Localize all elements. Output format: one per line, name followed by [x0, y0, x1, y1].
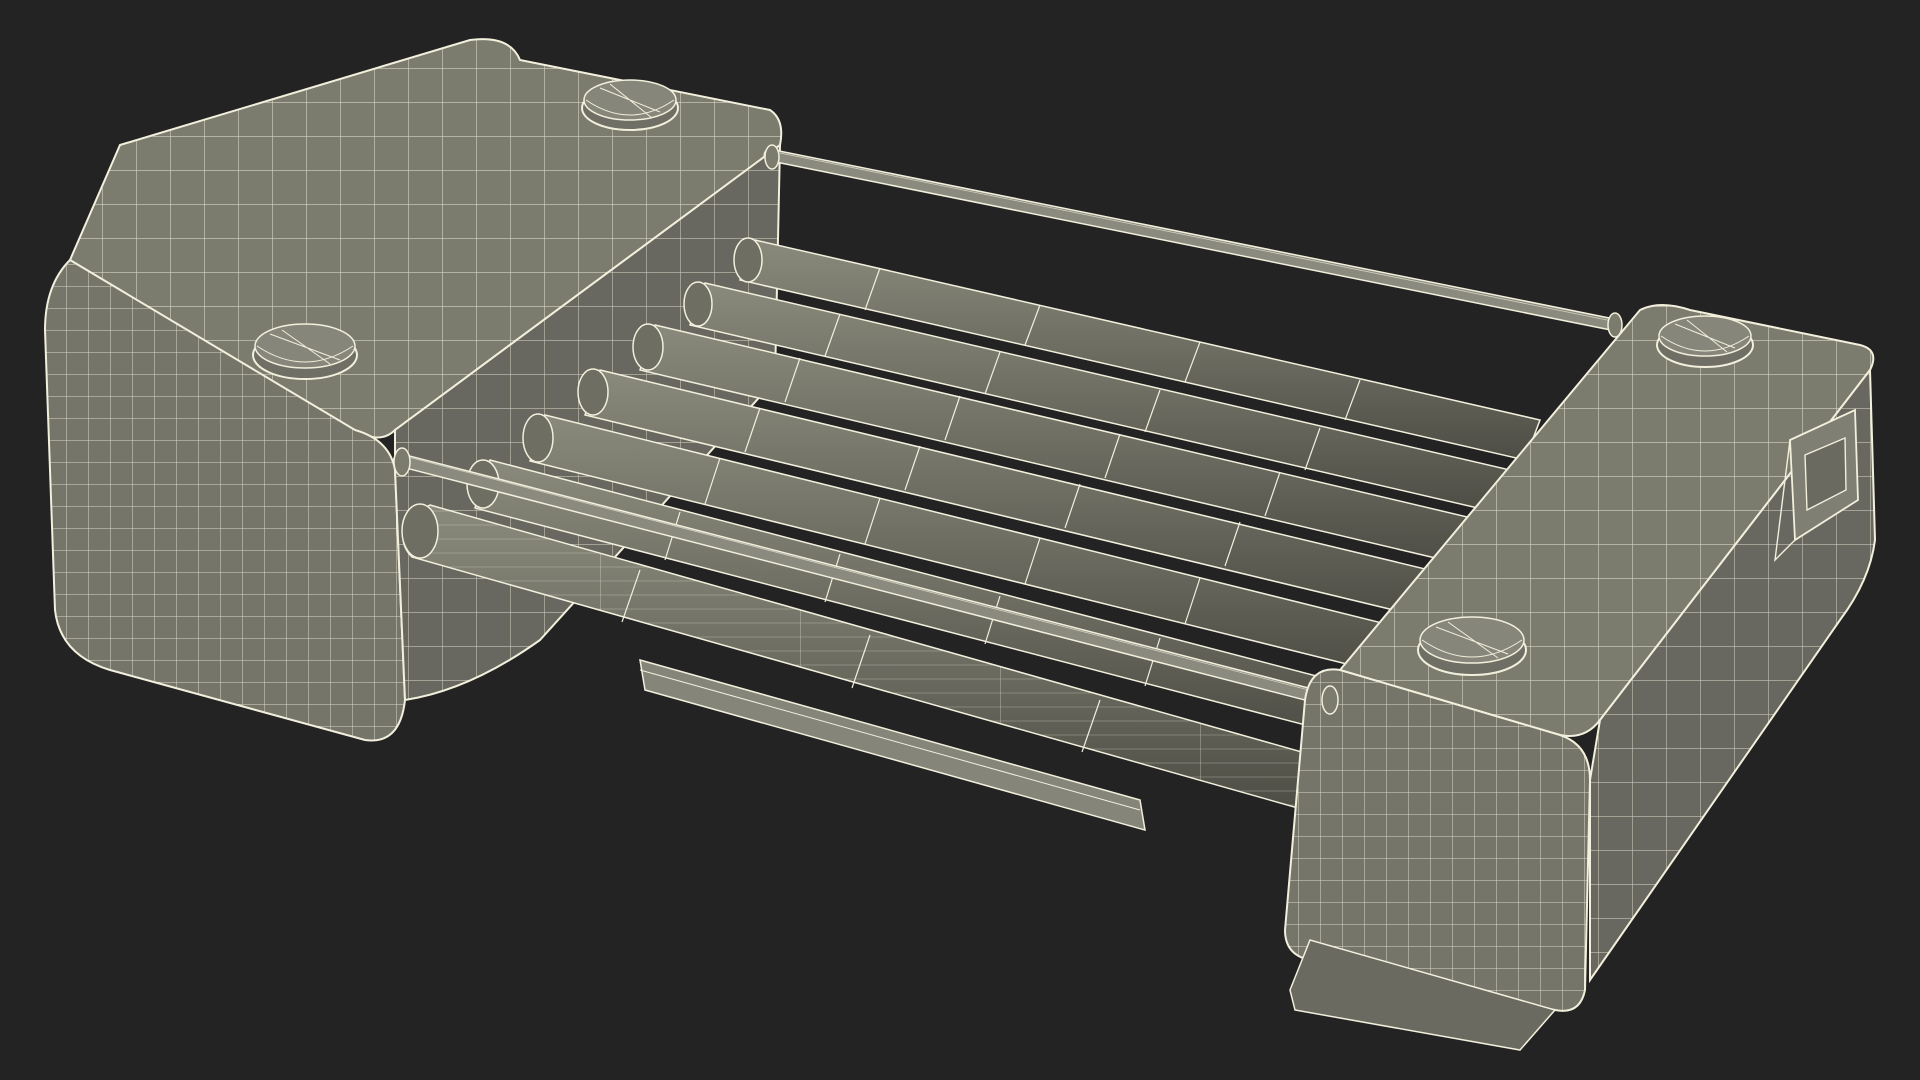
left-back-foot [581, 79, 679, 131]
wireframe-model [43, 38, 1877, 1051]
render-viewport [0, 0, 1920, 1080]
right-back-foot [1656, 315, 1754, 368]
right-front-foot [1417, 616, 1527, 676]
left-front-foot [252, 323, 358, 380]
